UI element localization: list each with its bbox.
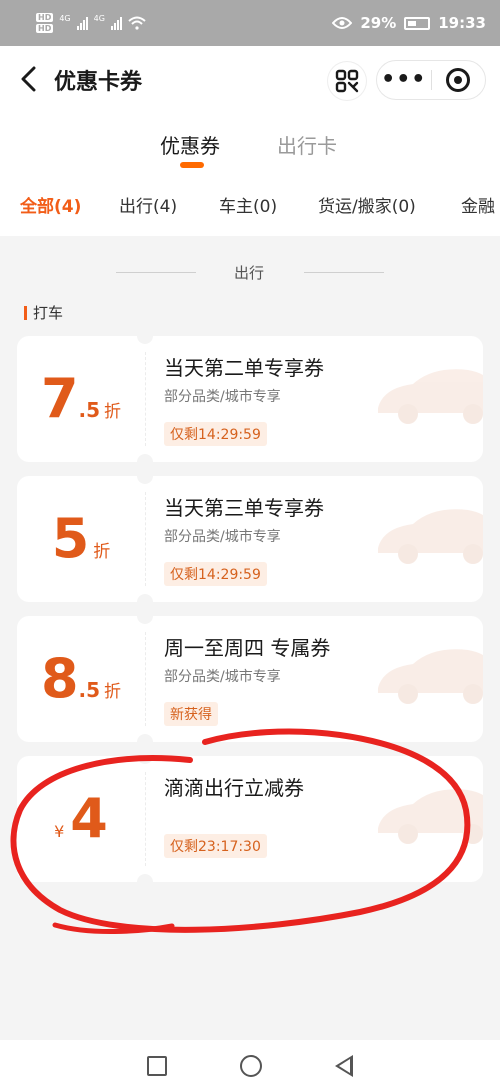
system-nav-bar (0, 1040, 500, 1092)
coupon-card[interactable]: 8 .5 折 周一至周四 专属券 部分品类/城市专享 新获得 (17, 616, 483, 742)
network-type: 4G (59, 14, 71, 23)
hd-badges: HD HD (36, 12, 54, 34)
category-all[interactable]: 全部(4) (20, 192, 81, 217)
coupon-desc: 部分品类/城市专享 (164, 529, 281, 545)
amount-unit: 折 (104, 682, 122, 702)
miniprogram-capsule: ••• (376, 60, 486, 100)
car-watermark-icon (378, 369, 483, 424)
coupon-desc: 部分品类/城市专享 (164, 669, 281, 685)
coupon-tag: 仅剩23:17:30 (164, 834, 267, 858)
coupon-tag: 新获得 (164, 702, 218, 726)
category-filter: 全部(4) 出行(4) 车主(0) 货运/搬家(0) 金融 (0, 192, 500, 226)
coupon-desc: 部分品类/城市专享 (164, 389, 281, 405)
coupon-card[interactable]: 5 折 当天第三单专享券 部分品类/城市专享 仅剩14:29:59 (17, 476, 483, 602)
signal-icon (110, 16, 122, 30)
coupon-name: 当天第三单专享券 (164, 496, 324, 520)
signal-icon (76, 16, 88, 30)
subsection-label: 打车 (33, 304, 64, 322)
coupon-name: 滴滴出行立减券 (164, 776, 304, 800)
coupon-card[interactable]: 7 .5 折 当天第二单专享券 部分品类/城市专享 仅剩14:29:59 (17, 336, 483, 462)
amount-unit: 折 (93, 542, 111, 562)
amount-integer: 7 (40, 367, 79, 430)
back-arrow-icon[interactable] (18, 66, 42, 92)
recents-icon[interactable] (146, 1056, 167, 1076)
page-title: 优惠卡券 (54, 70, 143, 95)
category-freight[interactable]: 货运/搬家(0) (318, 192, 416, 217)
more-menu-button[interactable]: ••• (377, 69, 431, 91)
coupon-card[interactable]: ¥ 4 滴滴出行立减券 仅剩23:17:30 (17, 756, 483, 882)
hd-badge: HD (36, 13, 54, 22)
amount-integer: 5 (51, 507, 90, 570)
category-finance[interactable]: 金融 (461, 192, 495, 217)
close-miniprogram-button[interactable] (431, 68, 485, 92)
coupon-name: 当天第二单专享券 (164, 356, 324, 380)
coupon-amount: 7 .5 折 (17, 336, 145, 462)
amount-decimal: .5 (78, 678, 101, 702)
amount-integer: 4 (70, 787, 108, 850)
wifi-icon (128, 16, 146, 30)
coupon-amount: 8 .5 折 (17, 616, 145, 742)
category-car-owner[interactable]: 车主(0) (219, 192, 277, 217)
target-icon (446, 68, 471, 92)
subsection-title: 打车 (24, 302, 63, 323)
tab-coupons[interactable]: 优惠券 (160, 130, 220, 159)
coupon-tag: 仅剩14:29:59 (164, 422, 267, 446)
car-watermark-icon (378, 789, 483, 844)
active-tab-indicator (180, 162, 204, 168)
scan-button[interactable] (328, 62, 366, 100)
hd-badge: HD (36, 24, 54, 33)
eye-icon (332, 17, 353, 29)
battery-icon (404, 16, 431, 30)
category-travel[interactable]: 出行(4) (119, 192, 177, 217)
tab-bar: 优惠券 出行卡 (0, 130, 500, 170)
amount-integer: 8 (40, 647, 79, 710)
coupon-amount: ¥ 4 (17, 756, 145, 882)
tab-travel-card[interactable]: 出行卡 (277, 130, 337, 159)
page-header: 优惠卡券 ••• 优惠券 出行卡 全部(4) 出行(4) 车主(0) 货运/搬家… (0, 46, 500, 236)
amount-unit: 折 (104, 402, 122, 422)
section-header: 出行 (0, 262, 500, 282)
amount-decimal: .5 (78, 398, 101, 422)
section-label: 出行 (234, 264, 265, 282)
qr-code-icon (335, 69, 359, 93)
status-bar: HD HD 4G 4G 29% 19:33 (0, 0, 500, 46)
battery-percent: 29% (360, 14, 397, 32)
coupon-amount: 5 折 (17, 476, 145, 602)
home-icon[interactable] (239, 1055, 262, 1077)
back-icon[interactable] (335, 1055, 354, 1077)
car-watermark-icon (378, 509, 483, 564)
car-watermark-icon (378, 649, 483, 704)
coupon-name: 周一至周四 专属券 (164, 636, 331, 660)
coupon-tag: 仅剩14:29:59 (164, 562, 267, 586)
network-type: 4G (93, 14, 105, 23)
clock: 19:33 (438, 14, 486, 32)
amount-currency: ¥ (54, 822, 65, 841)
